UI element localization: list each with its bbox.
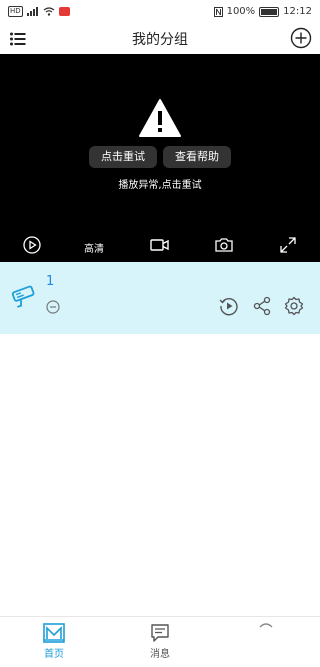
playback-error-text[interactable]: 播放异常,点击重试 bbox=[0, 176, 320, 191]
tab-messages[interactable]: 消息 bbox=[130, 623, 190, 660]
add-device-icon[interactable] bbox=[290, 27, 312, 49]
tab-home-label: 首页 bbox=[44, 649, 64, 660]
device-card[interactable]: 1 bbox=[0, 262, 320, 334]
play-icon bbox=[23, 236, 41, 254]
clock: 12:12 bbox=[283, 6, 312, 17]
notification-app-icon bbox=[58, 7, 70, 16]
help-button[interactable]: 查看帮助 bbox=[163, 146, 231, 168]
signal-icon bbox=[26, 7, 38, 16]
nfc-icon bbox=[213, 6, 223, 17]
share-icon[interactable] bbox=[252, 296, 272, 316]
wifi-icon bbox=[43, 7, 55, 16]
battery-percent: 100% bbox=[226, 6, 256, 17]
partial-arc-icon bbox=[259, 623, 273, 628]
expand-icon bbox=[280, 237, 296, 253]
remove-icon[interactable] bbox=[46, 300, 60, 314]
retry-button[interactable]: 点击重试 bbox=[89, 146, 157, 168]
tab-messages-label: 消息 bbox=[150, 649, 170, 660]
play-button[interactable] bbox=[23, 236, 41, 256]
bottom-tab-bar: 首页 消息 bbox=[0, 616, 320, 667]
home-icon bbox=[43, 623, 65, 643]
fullscreen-button[interactable] bbox=[279, 236, 297, 256]
camera-icon bbox=[215, 238, 233, 252]
warning-icon bbox=[139, 99, 181, 137]
status-left: HD bbox=[8, 6, 70, 17]
playback-history-icon[interactable] bbox=[219, 296, 239, 316]
settings-gear-icon[interactable] bbox=[284, 296, 304, 316]
device-list-empty-area bbox=[0, 334, 320, 616]
message-icon bbox=[151, 624, 169, 642]
record-button[interactable] bbox=[150, 236, 170, 256]
device-name[interactable]: 1 bbox=[46, 274, 54, 289]
battery-icon bbox=[259, 6, 280, 17]
hd-indicator: HD bbox=[8, 6, 23, 17]
video-record-icon bbox=[150, 239, 169, 251]
tab-home[interactable]: 首页 bbox=[24, 623, 84, 660]
status-bar: HD 100% 12:12 bbox=[0, 0, 320, 24]
status-right: 100% 12:12 bbox=[213, 6, 312, 17]
snapshot-button[interactable] bbox=[214, 236, 234, 256]
page-title: 我的分组 bbox=[132, 32, 188, 48]
nav-bar: 我的分组 bbox=[0, 24, 320, 54]
video-player[interactable]: 点击重试 查看帮助 播放异常,点击重试 高清 bbox=[0, 54, 320, 262]
quality-toggle[interactable]: 高清 bbox=[84, 240, 104, 255]
camera-device-icon bbox=[11, 285, 35, 308]
